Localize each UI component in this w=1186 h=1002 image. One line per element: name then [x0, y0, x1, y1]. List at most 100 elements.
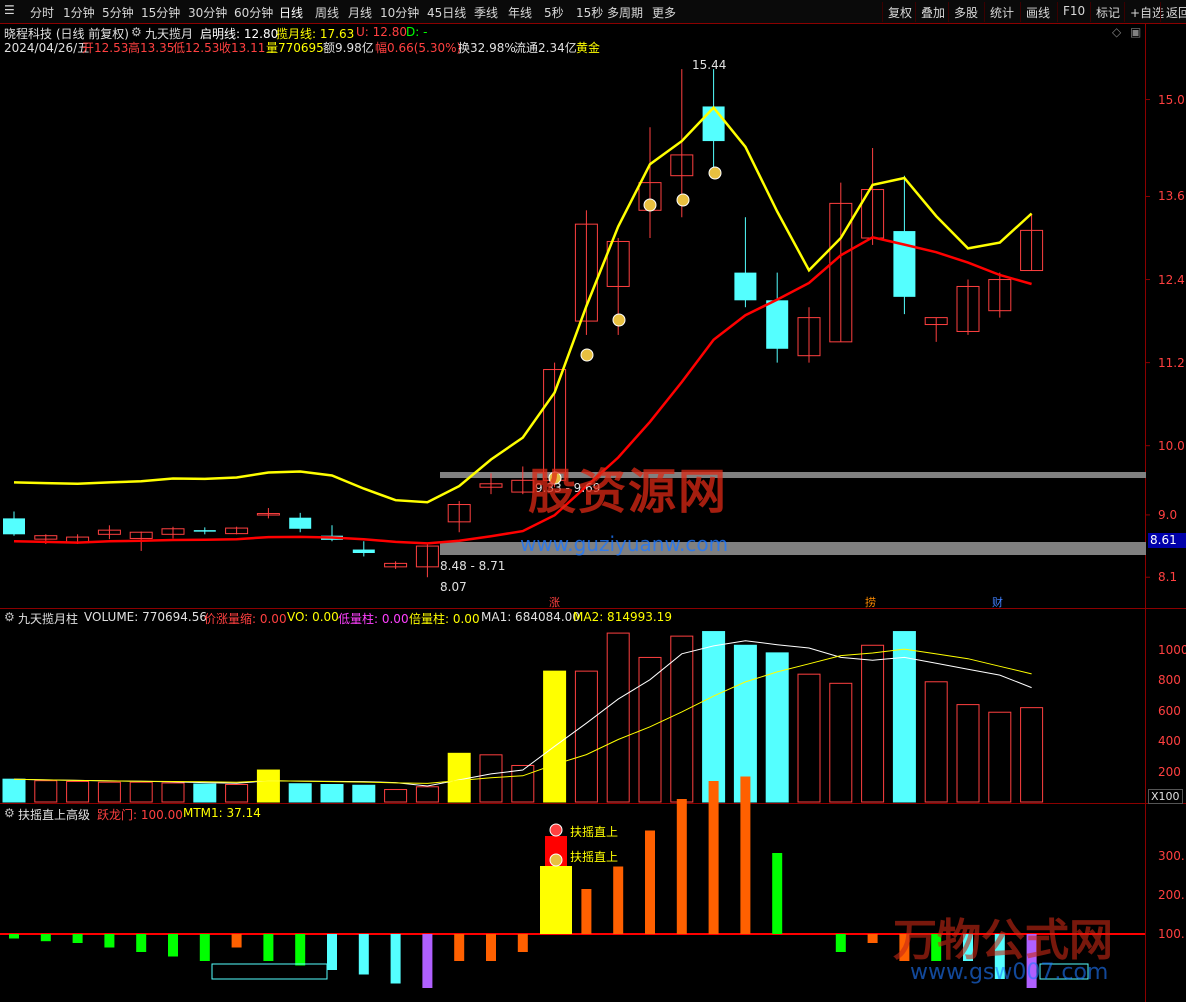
mtm-value: MTM1: 37.14	[183, 806, 261, 820]
volume-bar	[66, 780, 90, 803]
volume-bar	[924, 681, 948, 803]
money-bag-icon	[580, 348, 594, 362]
volume-panel-title[interactable]: 九天揽月柱	[18, 610, 78, 627]
volume-bar	[606, 632, 630, 803]
volume-bar	[129, 781, 153, 803]
settings-icon[interactable]: ⚙	[4, 806, 15, 820]
volume-bar	[415, 786, 439, 803]
volume-bar	[988, 711, 1012, 803]
volume-tick-0: 1000	[1158, 642, 1186, 657]
volume-bar	[161, 782, 185, 803]
settings-icon[interactable]: ⚙	[4, 610, 15, 624]
qiming-line	[13, 105, 1033, 504]
volume-bar	[352, 784, 376, 803]
momentum-bar	[231, 934, 242, 948]
volume-bar	[543, 670, 567, 803]
momentum-bar	[358, 934, 369, 975]
volume-bar	[193, 783, 217, 803]
price-tick-3: 11.2	[1158, 355, 1185, 370]
fuyao-label-2: 扶摇直上	[570, 850, 619, 864]
watermark-main-text: 股资源网	[528, 464, 729, 520]
volume-bar	[1020, 707, 1044, 803]
momentum-bar	[517, 934, 528, 952]
ma2-value: MA2: 814993.19	[573, 610, 672, 624]
money-bag-icon	[708, 166, 722, 180]
volume-bar	[670, 635, 694, 803]
price-tick-0: 15.0	[1158, 92, 1185, 107]
momentum-bar	[645, 830, 655, 934]
momentum-bar	[263, 934, 274, 961]
price-tick-5: 9.0	[1158, 507, 1178, 522]
money-bag-icon	[549, 853, 563, 867]
volume-bar	[447, 752, 471, 803]
money-bag-icon	[676, 193, 690, 207]
volume-bar	[797, 673, 821, 803]
momentum-bar	[676, 799, 687, 934]
volume-bar	[320, 784, 344, 803]
marker-cai: 财	[992, 596, 1003, 609]
momentum-bar	[422, 934, 433, 988]
volume-bar	[384, 789, 408, 803]
momentum-bar	[104, 934, 115, 948]
bottom-tick-0: 300.	[1158, 849, 1185, 863]
current-price-tag: 8.61	[1148, 533, 1186, 548]
momentum-bar	[327, 934, 337, 970]
volume-bar	[288, 783, 312, 803]
price-tick-2: 12.4	[1158, 272, 1185, 287]
volume-bar	[702, 631, 726, 803]
momentum-bar	[199, 934, 210, 961]
volume-bar	[861, 644, 885, 803]
volume-tick-3: 400	[1158, 734, 1181, 749]
momentum-bar	[835, 934, 846, 952]
bottom-panel-title[interactable]: 扶摇直上高级	[18, 806, 90, 823]
candle-body	[734, 272, 757, 301]
momentum-bar	[581, 889, 592, 934]
candle-body	[289, 517, 312, 529]
high-price-label: 15.44	[692, 58, 727, 72]
momentum-bar	[867, 934, 878, 943]
volume-tick-1: 800	[1158, 673, 1181, 688]
momentum-bar	[9, 934, 19, 939]
volume-bar	[574, 670, 598, 803]
candle-body	[3, 518, 25, 535]
momentum-bar	[772, 853, 783, 934]
momentum-bar	[168, 934, 178, 957]
momentum-bar	[136, 934, 147, 952]
price-tick-1: 13.6	[1158, 189, 1185, 204]
volume-bar	[956, 704, 980, 803]
volume-bar	[829, 682, 853, 803]
bottom-tick-2: 100.	[1158, 927, 1185, 941]
momentum-bar	[72, 934, 83, 943]
dlz-value: 低量柱: 0.00	[338, 612, 409, 626]
volume-bar	[34, 780, 58, 803]
momentum-bar	[540, 866, 572, 934]
range-label-2: 8.48 - 8.71	[440, 559, 506, 573]
fuyao-label-1: 扶摇直上	[570, 825, 619, 839]
blz-value: 倍量柱: 0.00	[409, 612, 480, 626]
vo-value: VO: 0.00	[287, 610, 339, 624]
low-price-label: 8.07	[440, 580, 467, 594]
candle-body	[193, 530, 216, 532]
signal-icon	[549, 823, 563, 837]
lanyue-line	[13, 235, 1032, 545]
volume-tick-4: 200	[1158, 764, 1181, 779]
momentum-bar	[295, 934, 306, 966]
momentum-bar	[486, 934, 496, 961]
volume-ma1-line	[13, 640, 1032, 787]
momentum-bar	[390, 934, 401, 984]
candle-body	[893, 231, 916, 297]
volume-value: VOLUME: 770694.56	[84, 610, 207, 624]
momentum-bar	[740, 776, 751, 934]
money-bag-icon	[612, 313, 626, 327]
momentum-bar	[708, 781, 719, 934]
price-tick-6: 8.1	[1158, 570, 1178, 585]
watermark-bottom-url: www.gsw007.com	[910, 960, 1109, 985]
jzll-value: 价涨量缩: 0.00	[204, 612, 287, 626]
volume-unit: X100	[1148, 789, 1183, 804]
volume-bar	[225, 784, 249, 803]
ylm-value: 跃龙门: 100.00	[97, 808, 183, 822]
marker-lao: 捞	[865, 596, 876, 609]
momentum-bar	[613, 866, 624, 934]
selection-box	[211, 963, 328, 980]
marker-zhang: 涨	[549, 596, 560, 609]
